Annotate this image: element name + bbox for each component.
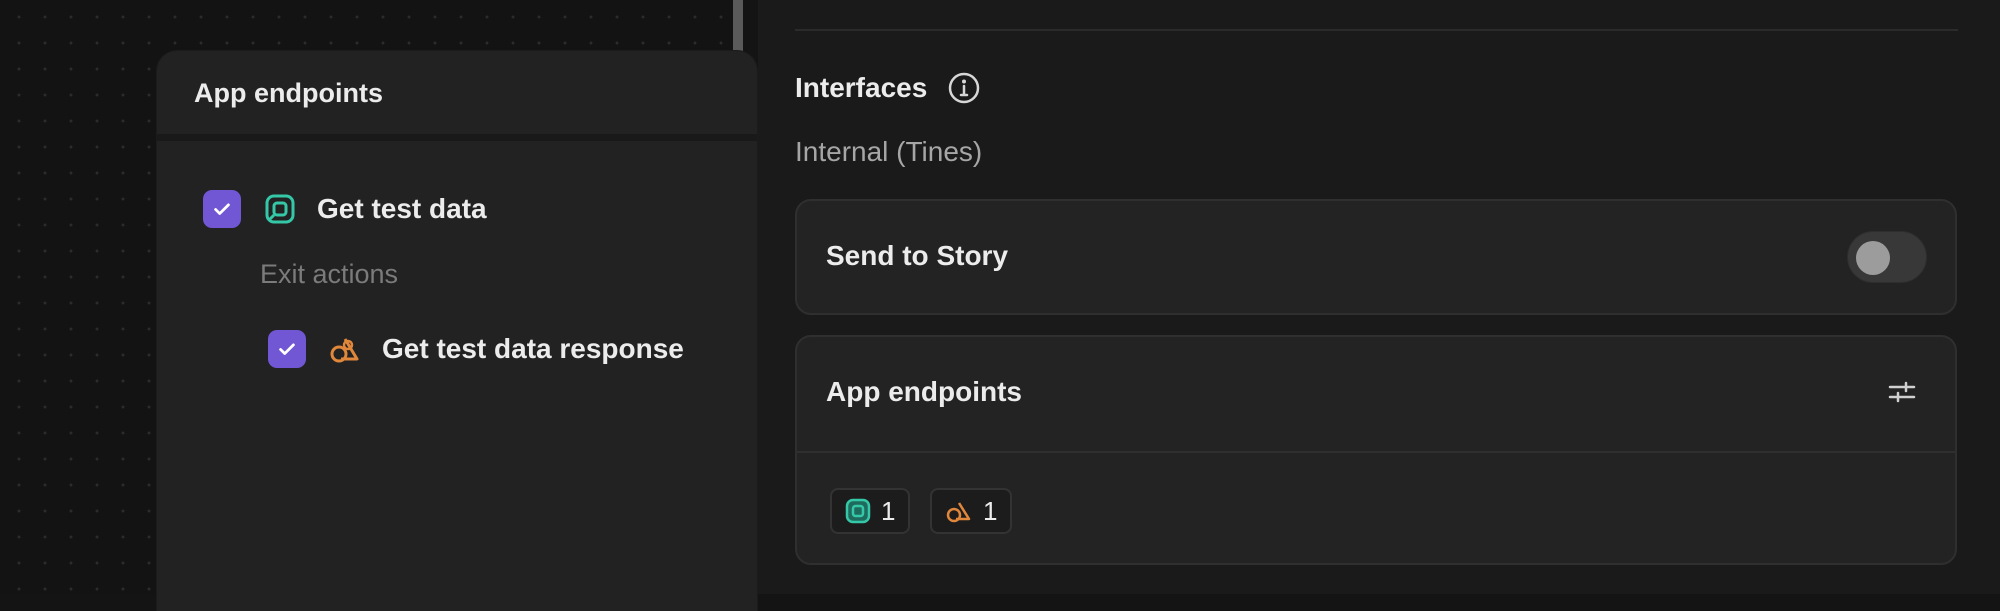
webhook-icon [263, 192, 297, 226]
section-divider [795, 29, 1958, 31]
webhook-count-chip[interactable]: 1 [830, 488, 911, 534]
toggle-knob [1856, 241, 1890, 275]
check-icon [279, 343, 295, 355]
info-icon[interactable] [947, 71, 981, 105]
send-to-story-card: Send to Story [795, 199, 1957, 315]
event-transform-count: 1 [983, 495, 998, 526]
interface-type-label: Internal (Tines) [795, 136, 983, 167]
exit-action-label: Get test data response [382, 333, 684, 364]
webhook-icon [845, 498, 871, 524]
endpoint-row-get-test-data[interactable]: Get test data [203, 190, 487, 228]
app-endpoints-card: App endpoints 1 1 [795, 335, 1957, 565]
endpoint-label: Get test data [317, 193, 487, 224]
check-icon [214, 203, 230, 215]
endpoint-checkbox[interactable] [203, 190, 241, 228]
event-transform-count-chip[interactable]: 1 [930, 488, 1013, 534]
sliders-icon[interactable] [1887, 377, 1917, 407]
exit-actions-label: Exit actions [260, 259, 399, 289]
interfaces-title: Interfaces [795, 72, 928, 103]
app-endpoints-panel: App endpoints Get test data Exit actions [157, 51, 757, 611]
event-transform-icon [946, 502, 971, 523]
send-to-story-toggle[interactable] [1847, 231, 1927, 283]
app-endpoints-card-title: App endpoints [826, 376, 1022, 407]
exit-action-row-get-test-data-response[interactable]: Get test data response [268, 330, 684, 368]
exit-action-checkbox[interactable] [268, 330, 306, 368]
webhook-count: 1 [881, 495, 896, 526]
settings-panel: Interfaces Internal (Tines) Send to Stor… [758, 0, 2000, 594]
event-transform-icon [328, 332, 362, 366]
send-to-story-label: Send to Story [826, 240, 1009, 271]
card-divider [797, 451, 1955, 453]
interfaces-heading: Interfaces [795, 71, 981, 105]
panel-title: App endpoints [194, 78, 383, 108]
panel-divider [157, 134, 757, 141]
